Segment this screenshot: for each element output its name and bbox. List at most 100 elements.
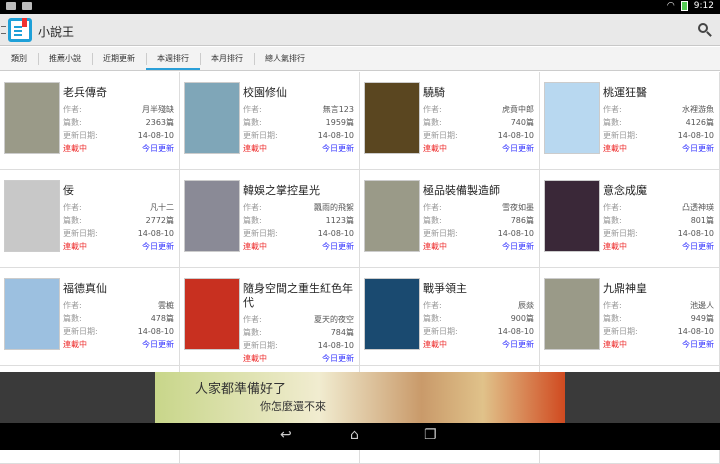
updated-label: 更新日期: — [603, 229, 638, 238]
notification-icon — [22, 2, 32, 10]
chapters-value: 2363篇 — [145, 118, 174, 127]
serial-status: 連載中 — [423, 340, 447, 349]
book-card[interactable]: 隨身空間之重生紅色年代 作者: 夏天的夜空 篇數: 784篇 更新日期: 14-08-… — [180, 268, 360, 366]
tab-2[interactable]: 近期更新 — [92, 47, 146, 70]
book-title[interactable]: 驍騎 — [423, 86, 534, 100]
gmail-icon — [6, 2, 16, 10]
tab-1[interactable]: 推薦小說 — [38, 47, 92, 70]
serial-status: 連載中 — [63, 144, 87, 153]
book-cover[interactable] — [364, 180, 420, 252]
updated-label: 更新日期: — [243, 229, 278, 238]
book-cover[interactable] — [184, 278, 240, 350]
book-cover[interactable] — [184, 82, 240, 154]
book-title[interactable]: 九鼎神皇 — [603, 282, 714, 296]
book-card[interactable]: 意念成魔 作者: 凸透神瑛 篇數: 801篇 更新日期: 14-08-10 連載中 今日… — [540, 170, 720, 268]
updated-value: 14-08-10 — [677, 229, 714, 238]
updated-label: 更新日期: — [423, 229, 458, 238]
serial-status: 連載中 — [423, 242, 447, 251]
book-cover[interactable] — [544, 180, 600, 252]
author-label: 作者: — [243, 315, 262, 324]
book-title[interactable]: 意念成魔 — [603, 184, 714, 198]
book-cover[interactable] — [544, 82, 600, 154]
author-label: 作者: — [603, 203, 622, 212]
chapters-label: 篇數: — [243, 118, 262, 127]
book-title[interactable]: 老兵傳奇 — [63, 86, 174, 100]
chapters-value: 1123篇 — [325, 216, 354, 225]
update-badge: 今日更新 — [322, 144, 354, 153]
update-badge: 今日更新 — [502, 144, 534, 153]
update-badge: 今日更新 — [502, 340, 534, 349]
tab-0[interactable]: 類別 — [0, 47, 38, 70]
search-icon[interactable] — [698, 23, 708, 33]
chapters-value: 900篇 — [510, 314, 534, 323]
battery-icon — [680, 1, 688, 11]
book-cover[interactable] — [184, 180, 240, 252]
tab-4[interactable]: 本月排行 — [200, 47, 254, 70]
author-label: 作者: — [423, 203, 442, 212]
book-card[interactable]: 極品裝備製造師 作者: 雪夜如墨 篇數: 786篇 更新日期: 14-08-10 連載… — [360, 170, 540, 268]
book-card[interactable]: 韓娛之掌控星光 作者: 飄雨的飛絮 篇數: 1123篇 更新日期: 14-08-10 … — [180, 170, 360, 268]
chapters-value: 801篇 — [690, 216, 714, 225]
book-title[interactable]: 隨身空間之重生紅色年代 — [243, 282, 354, 310]
chapters-label: 篇數: — [603, 118, 622, 127]
book-card[interactable]: 老兵傳奇 作者: 月半殘缺 篇數: 2363篇 更新日期: 14-08-10 連載中 今… — [0, 72, 180, 170]
home-icon[interactable]: ⌂ — [350, 427, 359, 443]
recent-apps-icon[interactable]: ❐ — [424, 427, 437, 443]
app-logo[interactable] — [8, 18, 32, 42]
updated-label: 更新日期: — [423, 327, 458, 336]
tab-5[interactable]: 總人氣排行 — [254, 47, 316, 70]
book-title[interactable]: 戰爭領主 — [423, 282, 534, 296]
author-value: 池邊人 — [690, 301, 714, 310]
tab-3[interactable]: 本週排行 — [146, 47, 200, 70]
update-badge: 今日更新 — [502, 242, 534, 251]
book-card[interactable]: 佞 作者: 凡十二 篇數: 2772篇 更新日期: 14-08-10 連載中 今日更新 — [0, 170, 180, 268]
update-badge: 今日更新 — [682, 242, 714, 251]
update-badge: 今日更新 — [142, 144, 174, 153]
book-cover[interactable] — [4, 180, 60, 252]
author-value: 凡十二 — [150, 203, 174, 212]
updated-label: 更新日期: — [243, 131, 278, 140]
author-label: 作者: — [63, 301, 82, 310]
book-cover[interactable] — [4, 82, 60, 154]
book-card[interactable]: 福德真仙 作者: 雲榳 篇數: 478篇 更新日期: 14-08-10 連載中 今日更新 — [0, 268, 180, 366]
book-title[interactable]: 校園修仙 — [243, 86, 354, 100]
book-title[interactable]: 福德真仙 — [63, 282, 174, 296]
back-icon[interactable]: ↩ — [280, 427, 292, 443]
updated-value: 14-08-10 — [137, 131, 174, 140]
book-card[interactable]: 桃運狂醫 作者: 水裡游魚 篇數: 4126篇 更新日期: 14-08-10 連載中 今… — [540, 72, 720, 170]
chapters-value: 949篇 — [690, 314, 714, 323]
menu-icon[interactable] — [1, 26, 6, 34]
updated-label: 更新日期: — [603, 327, 638, 336]
author-value: 飄雨的飛絮 — [314, 203, 354, 212]
book-card[interactable]: 戰爭領主 作者: 辰燚 篇數: 900篇 更新日期: 14-08-10 連載中 今日更新 — [360, 268, 540, 366]
ad-banner[interactable]: 人家都準備好了 你怎麼還不來 — [155, 372, 565, 423]
book-card[interactable]: 校園修仙 作者: 無言123 篇數: 1959篇 更新日期: 14-08-10 連載中… — [180, 72, 360, 170]
book-title[interactable]: 韓娛之掌控星光 — [243, 184, 354, 198]
updated-value: 14-08-10 — [497, 131, 534, 140]
serial-status: 連載中 — [63, 340, 87, 349]
author-label: 作者: — [423, 301, 442, 310]
author-value: 水裡游魚 — [682, 105, 714, 114]
book-cover[interactable] — [544, 278, 600, 350]
serial-status: 連載中 — [603, 340, 627, 349]
author-label: 作者: — [63, 203, 82, 212]
chapters-label: 篇數: — [423, 118, 442, 127]
book-title[interactable]: 佞 — [63, 184, 174, 198]
chapters-label: 篇數: — [603, 216, 622, 225]
updated-label: 更新日期: — [63, 131, 98, 140]
book-card[interactable]: 驍騎 作者: 虎賁中郎 篇數: 740篇 更新日期: 14-08-10 連載中 今日更新 — [360, 72, 540, 170]
updated-value: 14-08-10 — [497, 229, 534, 238]
book-title[interactable]: 桃運狂醫 — [603, 86, 714, 100]
book-cover[interactable] — [364, 82, 420, 154]
updated-value: 14-08-10 — [317, 131, 354, 140]
chapters-value: 4126篇 — [685, 118, 714, 127]
book-cover[interactable] — [4, 278, 60, 350]
status-bar: ◠ 9:12 — [0, 0, 720, 14]
book-title[interactable]: 極品裝備製造師 — [423, 184, 534, 198]
chapters-value: 784篇 — [330, 328, 354, 337]
author-label: 作者: — [603, 301, 622, 310]
book-card[interactable]: 九鼎神皇 作者: 池邊人 篇數: 949篇 更新日期: 14-08-10 連載中 今日更… — [540, 268, 720, 366]
author-label: 作者: — [243, 105, 262, 114]
book-cover[interactable] — [364, 278, 420, 350]
chapters-label: 篇數: — [423, 314, 442, 323]
